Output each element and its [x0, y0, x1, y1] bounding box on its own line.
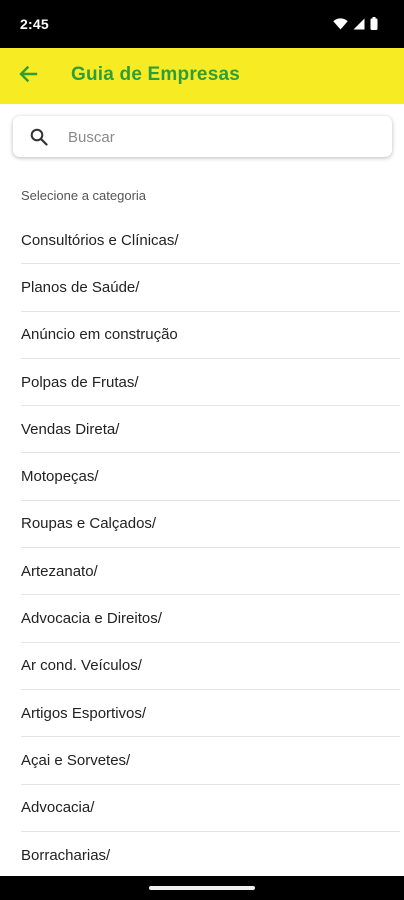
- category-item-artigos-esportivos[interactable]: Artigos Esportivos/: [21, 690, 400, 738]
- navigation-bar: [0, 876, 404, 900]
- category-label: Motopeças/: [21, 468, 99, 486]
- category-item-planos-de-saude[interactable]: Planos de Saúde/: [21, 264, 400, 312]
- category-item-vendas-direta[interactable]: Vendas Direta/: [21, 406, 400, 454]
- category-label: Vendas Direta/: [21, 420, 120, 438]
- category-label: Advocacia e Direitos/: [21, 610, 162, 628]
- category-item-polpas-de-frutas[interactable]: Polpas de Frutas/: [21, 359, 400, 407]
- category-label: Borracharias/: [21, 846, 111, 864]
- app-bar: Guia de Empresas: [0, 48, 404, 104]
- category-label: Artigos Esportivos/: [21, 704, 147, 722]
- screen: 2:45 Guia de Empresas Buscar Selecione a…: [0, 0, 404, 900]
- back-button[interactable]: [12, 60, 44, 92]
- category-label: Açai e Sorvetes/: [21, 751, 131, 769]
- section-label: Selecione a categoria: [21, 188, 147, 203]
- category-item-consultorios[interactable]: Consultórios e Clínicas/: [21, 217, 400, 265]
- category-label: Ar cond. Veículos/: [21, 657, 142, 675]
- home-gesture-handle[interactable]: [149, 886, 255, 890]
- category-item-motopecas[interactable]: Motopeças/: [21, 453, 400, 501]
- category-list: Consultórios e Clínicas/ Planos de Saúde…: [21, 217, 400, 880]
- search-box[interactable]: [13, 116, 392, 157]
- category-label: Consultórios e Clínicas/: [21, 231, 179, 249]
- category-label: Artezanato/: [21, 562, 98, 580]
- category-item-advocacia-e-direitos[interactable]: Advocacia e Direitos/: [21, 595, 400, 643]
- category-item-acai-e-sorvetes[interactable]: Açai e Sorvetes/: [21, 737, 400, 785]
- category-label: Anúncio em construção: [21, 326, 178, 344]
- category-label: Planos de Saúde/: [21, 278, 140, 296]
- category-item-anuncio[interactable]: Anúncio em construção: [21, 312, 400, 359]
- category-item-roupas-e-calcados[interactable]: Roupas e Calçados/: [21, 501, 400, 549]
- category-item-ar-cond-veiculos[interactable]: Ar cond. Veículos/: [21, 643, 400, 690]
- category-label: Roupas e Calçados/: [21, 515, 157, 533]
- battery-icon: [370, 17, 378, 30]
- category-item-borracharias[interactable]: Borracharias/: [21, 832, 400, 880]
- wifi-icon: [333, 17, 348, 30]
- category-item-advocacia[interactable]: Advocacia/: [21, 785, 400, 832]
- status-time: 2:45: [20, 16, 49, 32]
- search-input[interactable]: [68, 124, 378, 150]
- status-bar: 2:45: [0, 0, 404, 48]
- page-title: Guia de Empresas: [71, 64, 240, 85]
- category-label: Polpas de Frutas/: [21, 373, 139, 391]
- search-icon: [30, 128, 48, 151]
- category-label: Advocacia/: [21, 799, 95, 817]
- signal-icon: [353, 18, 365, 30]
- status-icons: [333, 17, 378, 30]
- category-item-artezanato[interactable]: Artezanato/: [21, 548, 400, 596]
- arrow-left-icon: [18, 64, 38, 89]
